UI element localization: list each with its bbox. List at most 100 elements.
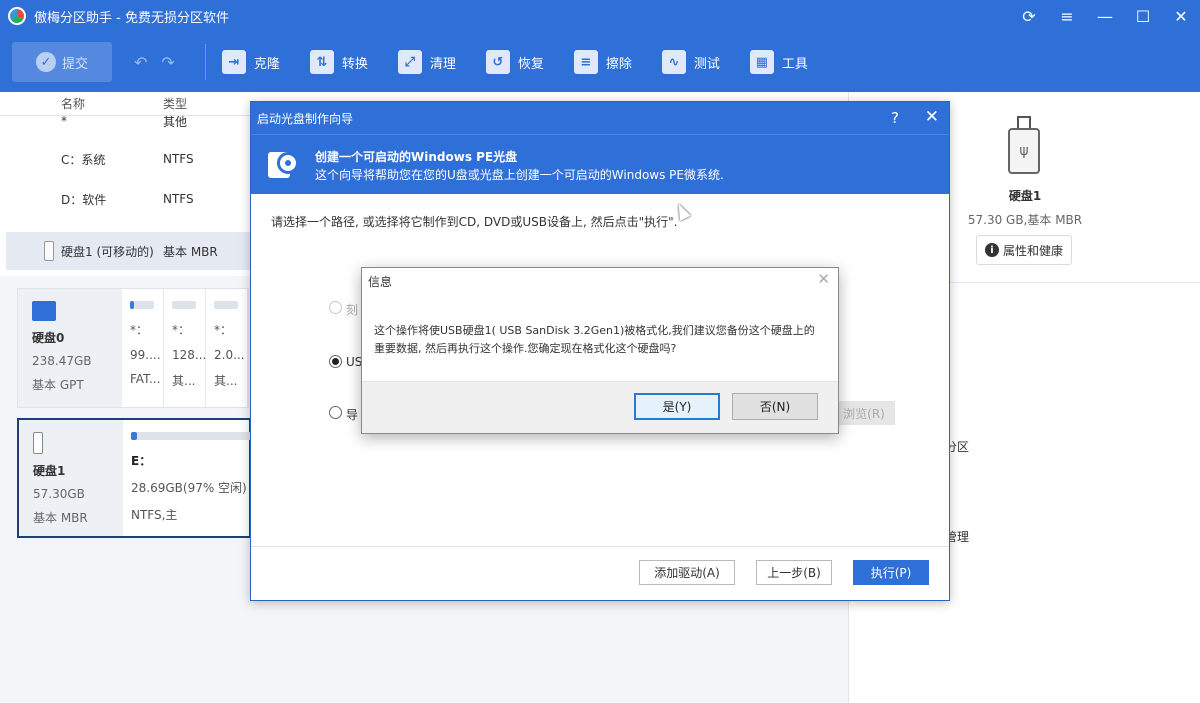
row-name: 硬盘1 (可移动的) <box>61 244 154 259</box>
burn-cd-radio[interactable] <box>329 301 342 314</box>
test-icon: ∿ <box>661 50 686 74</box>
wizard-footer-divider <box>251 546 949 547</box>
execute-button[interactable]: 执行(P) <box>853 560 929 585</box>
partition-size: 28.69GB(97% 空闲) <box>131 481 247 495</box>
partition-box[interactable]: E： 28.69GB(97% 空闲) NTFS,主 <box>123 420 251 536</box>
partition-box[interactable]: *： 99.... FAT... <box>122 289 164 407</box>
disk1-size: 57.30GB <box>33 487 85 501</box>
help-icon[interactable]: ? <box>891 109 899 127</box>
properties-health-label: 属性和健康 <box>1002 243 1063 258</box>
menu-icon[interactable]: ≡ <box>1048 0 1086 32</box>
tools-button[interactable]: ▦ 工具 <box>749 50 808 74</box>
wizard-close-icon[interactable]: ✕ <box>925 107 939 127</box>
usage-bar <box>172 301 196 309</box>
no-button[interactable]: 否(N) <box>732 393 818 420</box>
convert-button[interactable]: ⇅ 转换 <box>309 50 368 74</box>
wizard-subheading: 这个向导将帮助您在您的U盘或光盘上创建一个可启动的Windows PE微系统. <box>315 168 724 182</box>
hard-disk-icon <box>32 301 56 321</box>
export-iso-radio[interactable] <box>329 406 342 419</box>
clone-icon: ⇥ <box>221 50 246 74</box>
usage-bar <box>130 301 154 309</box>
wizard-title: 启动光盘制作向导 <box>257 111 354 126</box>
disk1-name: 硬盘1 <box>33 464 66 478</box>
add-driver-button[interactable]: 添加驱动(A) <box>639 560 735 585</box>
wizard-heading: 创建一个可启动的Windows PE光盘 <box>315 150 518 164</box>
app-title: 傲梅分区助手 - 免费无损分区软件 <box>34 10 229 26</box>
disk0-size: 238.47GB <box>32 354 92 368</box>
back-button[interactable]: 上一步(B) <box>756 560 832 585</box>
close-button[interactable]: ✕ <box>1162 0 1200 32</box>
partition-label: *： <box>214 323 233 337</box>
undo-redo: ↶ ↷ <box>134 53 175 72</box>
dialog-title: 信息 <box>368 275 393 289</box>
test-button[interactable]: ∿ 测试 <box>661 50 720 74</box>
wipe-button[interactable]: ≡ 擦除 <box>573 50 632 74</box>
partition-box[interactable]: *： 128... 其... <box>164 289 206 407</box>
partition-fs: 其... <box>214 374 238 388</box>
convert-label: 转换 <box>341 56 368 72</box>
disk1-card[interactable]: 硬盘1 57.30GB 基本 MBR E： 28.69GB(97% 空闲) NT… <box>17 418 251 538</box>
usb-label: US <box>346 355 363 369</box>
info-icon: i <box>984 243 999 257</box>
clean-label: 清理 <box>429 56 456 72</box>
check-icon: ✓ <box>35 52 56 72</box>
clone-label: 克隆 <box>253 56 280 72</box>
commit-label: 提交 <box>61 56 88 72</box>
tools-label: 工具 <box>781 56 808 72</box>
partition-size: 128... <box>172 348 205 362</box>
wizard-title-bar: 启动光盘制作向导 ? ✕ <box>251 102 949 134</box>
row-type: NTFS <box>163 152 194 166</box>
maximize-button[interactable]: ☐ <box>1124 0 1162 32</box>
partition-size: 99.... <box>130 348 161 362</box>
clean-button[interactable]: ⤢ 清理 <box>397 50 456 74</box>
convert-icon: ⇅ <box>309 50 334 74</box>
usb-radio[interactable] <box>329 355 342 368</box>
refresh-icon[interactable]: ⟳ <box>1010 0 1048 32</box>
usage-bar <box>131 432 251 440</box>
wipe-icon: ≡ <box>573 50 598 74</box>
partition-label: E： <box>131 454 152 468</box>
row-type: 其他 <box>163 114 188 129</box>
wipe-label: 擦除 <box>605 56 632 72</box>
partition-label: *： <box>172 323 191 337</box>
disk0-name: 硬盘0 <box>32 331 65 345</box>
disk1-style: 基本 MBR <box>33 511 88 525</box>
recover-button[interactable]: ↺ 恢复 <box>485 50 544 74</box>
dialog-message: 这个操作将使USB硬盘1( USB SanDisk 3.2Gen1)被格式化,我… <box>374 322 824 358</box>
recover-icon: ↺ <box>485 50 510 74</box>
partition-box[interactable]: *： 2.0... 其... <box>206 289 248 407</box>
disk0-card[interactable]: 硬盘0 238.47GB 基本 GPT *： 99.... FAT... *： … <box>17 288 249 408</box>
usb-drive-icon: ψ <box>1008 116 1040 174</box>
partition-fs: 其... <box>172 374 196 388</box>
tools-icon: ▦ <box>749 50 774 74</box>
window-controls: ⟳ ≡ — ☐ ✕ <box>1010 0 1200 32</box>
disk0-style: 基本 GPT <box>32 378 84 392</box>
undo-icon[interactable]: ↶ <box>134 53 147 72</box>
test-label: 测试 <box>693 56 720 72</box>
row-name: C：系统 <box>61 152 106 167</box>
row-name: * <box>61 114 67 128</box>
format-confirm-dialog: 信息 ✕ 这个操作将使USB硬盘1( USB SanDisk 3.2Gen1)被… <box>361 267 839 434</box>
wizard-instruction: 请选择一个路径, 或选择将它制作到CD, DVD或USB设备上, 然后点击"执行… <box>271 215 678 229</box>
export-iso-label: 导 <box>346 408 359 422</box>
commit-button[interactable]: ✓ 提交 <box>12 42 112 82</box>
usb-icon <box>44 241 54 261</box>
clean-icon: ⤢ <box>397 50 422 74</box>
recover-label: 恢复 <box>517 56 544 72</box>
row-type: 基本 MBR <box>163 244 218 259</box>
yes-button[interactable]: 是(Y) <box>634 393 720 420</box>
minimize-button[interactable]: — <box>1086 0 1124 32</box>
toolbar: ✓ 提交 ↶ ↷ ⇥ 克隆 ⇅ 转换 ⤢ 清理 ↺ 恢复 ≡ 擦除 ∿ 测试 ▦ 工具 <box>0 32 1200 92</box>
partition-label: *： <box>130 323 149 337</box>
app-logo-icon <box>8 7 26 25</box>
properties-health-button[interactable]: i 属性和健康 <box>976 235 1072 265</box>
redo-icon[interactable]: ↷ <box>161 53 174 72</box>
row-name: D：软件 <box>61 192 107 207</box>
toolbar-divider <box>204 44 206 80</box>
clone-button[interactable]: ⇥ 克隆 <box>221 50 280 74</box>
usb-icon <box>33 432 43 454</box>
disc-icon <box>268 148 300 180</box>
dialog-close-icon[interactable]: ✕ <box>817 270 830 288</box>
dialog-message-line: 这个操作将使USB硬盘1( USB SanDisk 3.2Gen1)被格式化,我… <box>374 324 815 337</box>
browse-button[interactable]: 浏览(R) <box>833 401 895 425</box>
